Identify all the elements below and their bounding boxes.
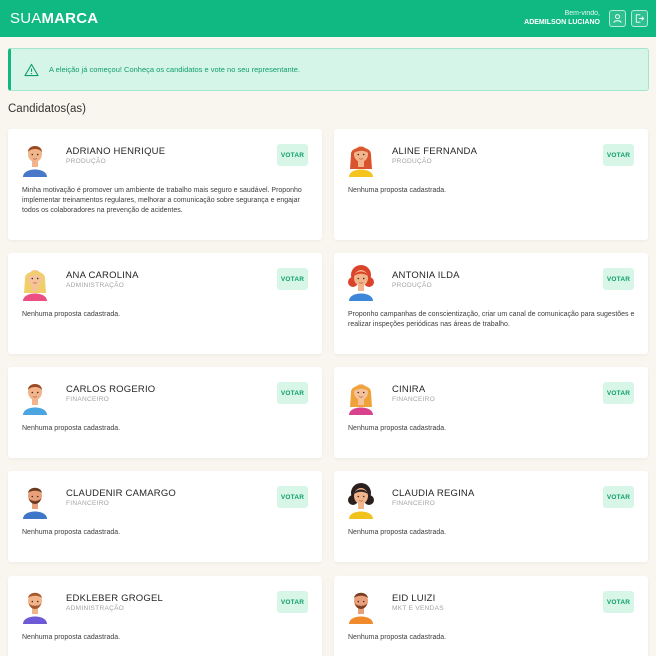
avatar: [23, 487, 47, 519]
candidate-department: PRODUÇÃO: [66, 158, 106, 165]
candidate-department: PRODUÇÃO: [392, 282, 432, 289]
profile-button[interactable]: [609, 10, 626, 27]
vote-button[interactable]: VOTAR: [603, 591, 634, 613]
brand-logo-bold: MARCA: [41, 10, 99, 27]
candidate-department: FINANCEIRO: [392, 500, 436, 507]
candidate-name: CLAUDENIR CAMARGO: [66, 488, 177, 499]
candidate-proposal: Nenhuma proposta cadastrada.: [22, 529, 121, 536]
candidate-card: ALINE FERNANDA PRODUÇÃO VOTAR Nenhuma pr…: [334, 129, 648, 240]
candidate-card: CLAUDENIR CAMARGO FINANCEIRO VOTAR Nenhu…: [8, 471, 322, 562]
avatar: [23, 146, 47, 177]
vote-button[interactable]: VOTAR: [277, 144, 308, 166]
brand-logo[interactable]: SUAMARCA: [10, 11, 98, 26]
candidate-card: CLAUDIA REGINA FINANCEIRO VOTAR Nenhuma …: [334, 471, 648, 562]
vote-button[interactable]: VOTAR: [603, 486, 634, 508]
candidate-proposal: Nenhuma proposta cadastrada.: [22, 634, 121, 641]
vote-button[interactable]: VOTAR: [603, 268, 634, 290]
candidate-name: ANTONIA ILDA: [392, 270, 460, 281]
avatar: [349, 384, 373, 415]
alert-message: A eleição já começou! Conheça os candida…: [49, 65, 300, 74]
candidate-name: CARLOS ROGERIO: [66, 384, 156, 395]
candidate-department: ADMINISTRAÇÃO: [66, 605, 125, 612]
candidate-name: EID LUIZI: [392, 593, 436, 604]
candidate-card: CINIRA FINANCEIRO VOTAR Nenhuma proposta…: [334, 367, 648, 458]
section-title: Candidatos(as): [8, 103, 86, 115]
candidate-department: ADMINISTRAÇÃO: [66, 282, 125, 289]
election-alert: A eleição já começou! Conheça os candida…: [8, 48, 649, 91]
avatar: [348, 483, 374, 519]
brand-logo-light: SUA: [10, 10, 42, 27]
greeting-text: Bem-vindo,: [564, 10, 600, 18]
avatar: [23, 384, 47, 415]
user-area: Bem-vindo, ADEMILSON LUCIANO: [524, 10, 648, 27]
candidate-proposal: Nenhuma proposta cadastrada.: [348, 187, 447, 194]
user-icon: [613, 14, 622, 23]
candidate-department: MKT E VENDAS: [392, 605, 444, 612]
vote-button[interactable]: VOTAR: [277, 268, 308, 290]
logout-icon: [635, 14, 645, 23]
candidate-card: ADRIANO HENRIQUE PRODUÇÃO VOTAR Minha mo…: [8, 129, 322, 240]
avatar: [23, 592, 47, 624]
candidate-name: ALINE FERNANDA: [392, 146, 478, 157]
avatar: [23, 270, 47, 301]
candidate-name: ANA CAROLINA: [66, 270, 139, 281]
vote-button[interactable]: VOTAR: [277, 591, 308, 613]
vote-button[interactable]: VOTAR: [277, 382, 308, 404]
candidate-proposal: Nenhuma proposta cadastrada.: [348, 529, 447, 536]
vote-button[interactable]: VOTAR: [277, 486, 308, 508]
candidate-name: EDKLEBER GROGEL: [66, 593, 163, 604]
candidate-proposal: Nenhuma proposta cadastrada.: [348, 425, 447, 432]
candidate-department: FINANCEIRO: [66, 396, 110, 403]
candidate-proposal: Nenhuma proposta cadastrada.: [348, 634, 447, 641]
candidate-card: CARLOS ROGERIO FINANCEIRO VOTAR Nenhuma …: [8, 367, 322, 458]
vote-button[interactable]: VOTAR: [603, 382, 634, 404]
candidate-proposal: Minha motivação é promover um ambiente d…: [22, 187, 302, 215]
candidate-department: PRODUÇÃO: [392, 158, 432, 165]
avatar: [348, 265, 374, 301]
candidate-name: CLAUDIA REGINA: [392, 488, 475, 499]
candidate-department: FINANCEIRO: [66, 500, 110, 507]
candidate-name: ADRIANO HENRIQUE: [66, 146, 166, 157]
avatar: [349, 146, 373, 177]
warning-icon: [24, 63, 39, 76]
candidate-card: ANA CAROLINA ADMINISTRAÇÃO VOTAR Nenhuma…: [8, 253, 322, 354]
vote-button[interactable]: VOTAR: [603, 144, 634, 166]
candidate-proposal: Nenhuma proposta cadastrada.: [22, 311, 121, 318]
candidate-card: EDKLEBER GROGEL ADMINISTRAÇÃO VOTAR Nenh…: [8, 576, 322, 656]
avatar: [349, 592, 373, 624]
candidate-proposal: Proponho campanhas de conscientização, c…: [348, 311, 635, 329]
candidate-department: FINANCEIRO: [392, 396, 436, 403]
logout-button[interactable]: [631, 10, 648, 27]
candidate-card: ANTONIA ILDA PRODUÇÃO VOTAR Proponho cam…: [334, 253, 648, 354]
top-bar: SUAMARCA Bem-vindo, ADEMILSON LUCIANO: [0, 0, 656, 37]
user-info: Bem-vindo, ADEMILSON LUCIANO: [524, 10, 600, 26]
user-name: ADEMILSON LUCIANO: [524, 18, 600, 26]
candidate-proposal: Nenhuma proposta cadastrada.: [22, 425, 121, 432]
candidate-name: CINIRA: [392, 384, 426, 395]
candidate-card: EID LUIZI MKT E VENDAS VOTAR Nenhuma pro…: [334, 576, 648, 656]
